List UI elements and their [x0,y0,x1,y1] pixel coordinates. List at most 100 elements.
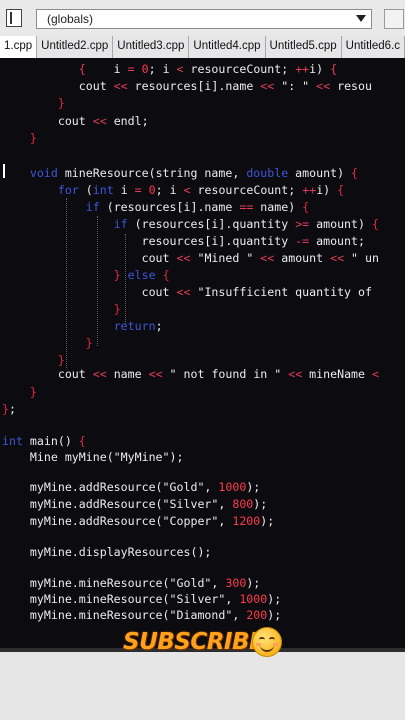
code-token: << [148,367,163,381]
code-line: if (resources[i].name == name) { [2,198,309,216]
tab-untitled5[interactable]: Untitled5.cpp [265,36,342,58]
code-token: resources[i].quantity [2,234,296,248]
code-token: 800 [232,497,254,511]
code-token: ); [267,592,282,606]
code-token: myMine.addResource("Gold", [2,480,219,494]
code-token: ; i [155,183,184,197]
code-line: cout << "Mined " << amount << " un [2,249,379,267]
code-token: } [2,402,9,416]
code-token: } [57,96,65,110]
code-line: } [2,334,93,352]
code-token: "Insufficient quantity of [190,285,372,299]
code-token: -= [295,234,310,248]
code-token: i [113,183,135,197]
code-token: myMine.addResource("Copper", [2,514,233,528]
code-token: ++ [302,183,317,197]
code-token: " un [344,251,379,265]
chevron-down-icon[interactable] [356,15,366,22]
tab-untitled3[interactable]: Untitled3.cpp [113,36,190,58]
code-token: ; i [148,62,177,76]
code-line: cout << name << " not found in " << mine… [2,365,379,383]
code-token: if [113,217,128,231]
code-line: Mine myMine("MyMine"); [2,448,184,466]
toolbar-side-button[interactable] [384,9,404,29]
code-token: " not found in " [162,367,289,381]
tab-untitled2[interactable]: Untitled2.cpp [37,36,114,58]
code-token: main() [22,434,79,448]
code-token: int [2,434,23,448]
code-token: resources[i].name [127,79,261,93]
code-token: Mine myMine("MyMine"); [2,450,184,464]
code-token: myMine.addResource("Silver", [2,497,233,511]
code-line: myMine.mineResource("Diamond", 200); [2,606,281,624]
code-token: void [29,166,58,180]
code-token: "Mined " [190,251,261,265]
code-token: cout [2,285,177,299]
code-token: } [113,302,121,316]
code-token: << [176,251,191,265]
code-line: } [2,300,121,318]
code-token: << [260,79,275,93]
code-token: mineResource(string name, [57,166,247,180]
code-token: } [29,385,37,399]
smiling-face-emoji-icon [252,627,282,657]
code-token: << [330,251,345,265]
code-line: } [2,129,37,147]
code-line: }; [2,400,16,418]
code-line: cout << endl; [2,112,149,130]
code-token: < [372,367,379,381]
code-token: 1200 [232,514,261,528]
code-token: } [29,131,37,145]
code-token: ( [78,183,93,197]
code-token: == [239,200,254,214]
code-token: myMine.displayResources(); [2,545,212,559]
code-token: (resources[i].quantity [127,217,296,231]
code-line: myMine.addResource("Gold", 1000); [2,478,260,496]
code-token: 200 [246,608,268,622]
code-line: cout << "Insufficient quantity of [2,283,372,301]
code-token: myMine.mineResource("Gold", [2,576,226,590]
code-token: mineName [302,367,372,381]
code-token: ": " [274,79,317,93]
code-token: i) [316,183,338,197]
code-token: for [57,183,79,197]
bottom-panel [0,648,405,720]
toolbar: (globals) [0,0,405,37]
code-token: amount) [309,217,372,231]
code-token: ); [246,576,261,590]
code-token: >= [295,217,310,231]
code-token: int [92,183,114,197]
code-line: cout << resources[i].name << ": " << res… [2,77,372,95]
code-token: amount [274,251,331,265]
code-line: resources[i].quantity -= amount; [2,232,365,250]
code-token: << [92,114,107,128]
code-token: { [330,62,338,76]
code-token: { [337,183,345,197]
code-token: { [78,434,86,448]
code-token: = [127,62,135,76]
tab-untitled6[interactable]: Untitled6.c [341,36,405,58]
scope-dropdown-value: (globals) [47,12,94,26]
tab-1-cpp[interactable]: 1.cpp [0,36,38,58]
code-token: 300 [225,576,247,590]
code-line: } [2,94,65,112]
code-token: resou [330,79,372,93]
code-token: 1000 [239,592,268,606]
scope-dropdown[interactable]: (globals) [36,9,372,29]
code-line: } else { [2,266,170,284]
editor-tabs: 1.cpp Untitled2.cpp Untitled3.cpp Untitled4… [0,36,405,59]
code-editor[interactable]: { i = 0; i < resourceCount; ++i) { cout … [0,58,405,648]
bookmark-icon[interactable] [6,9,22,27]
tab-untitled4[interactable]: Untitled4.cpp [189,36,266,58]
code-token: } [85,336,93,350]
code-token: return [113,319,156,333]
